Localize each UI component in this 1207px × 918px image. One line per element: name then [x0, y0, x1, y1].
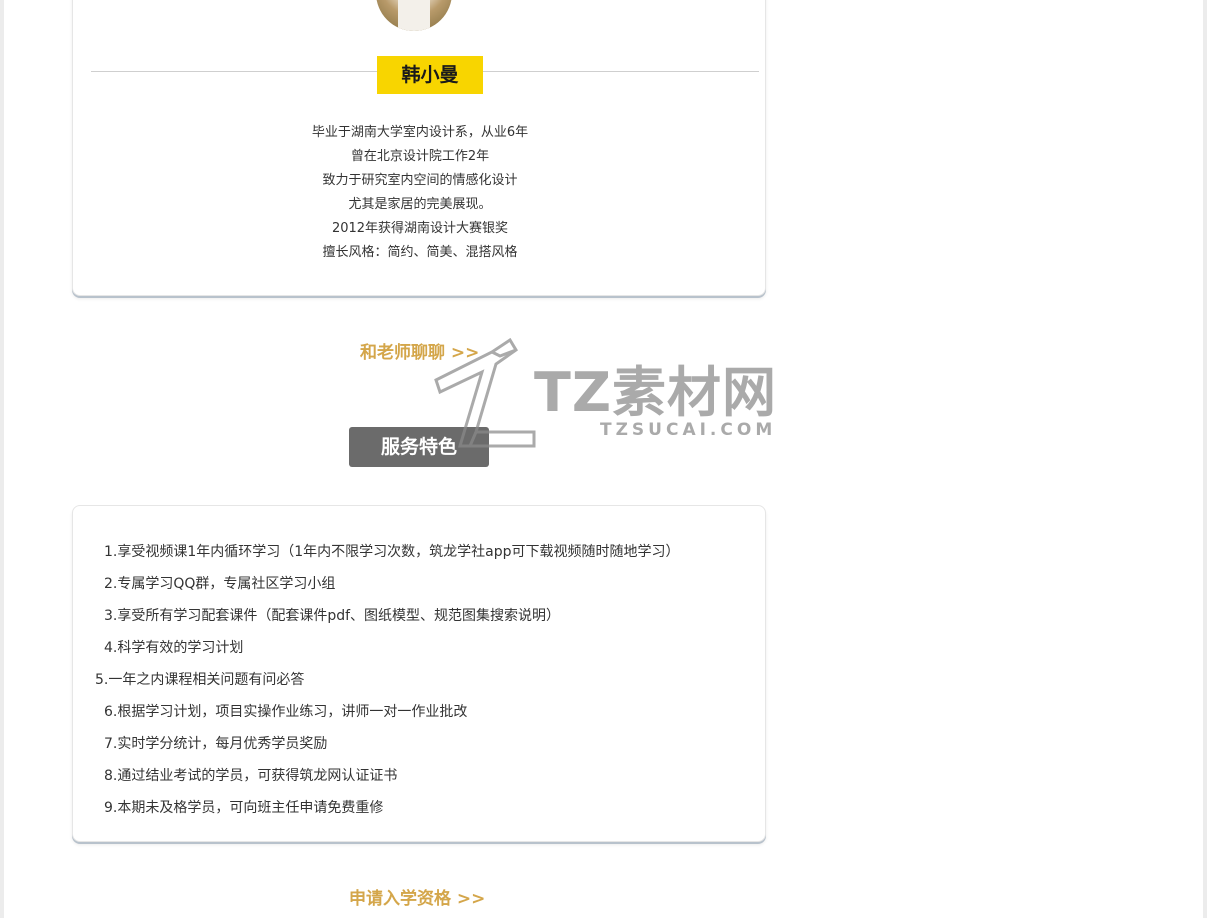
service-features-title: 服务特色	[349, 427, 489, 467]
service-features-card: 1.享受视频课1年内循环学习（1年内不限学习次数，筑龙学社app可下载视频随时随…	[72, 505, 766, 842]
bio-line: 擅长风格：简约、简美、混搭风格	[322, 245, 518, 260]
teacher-name: 韩小曼	[377, 56, 483, 94]
teacher-bio: 毕业于湖南大学室内设计系，从业6年 曾在北京设计院工作2年 致力于研究室内空间的…	[73, 121, 767, 265]
list-item: 6.根据学习计划，项目实操作业练习，讲师一对一作业批改	[104, 704, 468, 720]
apply-admission-link[interactable]: 申请入学资格 >>	[349, 884, 485, 909]
bio-line: 尤其是家居的完美展现。	[348, 197, 492, 212]
list-item: 5.一年之内课程相关问题有问必答	[95, 672, 305, 688]
list-item: 8.通过结业考试的学员，可获得筑龙网认证证书	[104, 768, 398, 784]
list-item: 4.科学有效的学习计划	[104, 640, 244, 656]
right-border	[1203, 0, 1207, 918]
list-item: 9.本期未及格学员，可向班主任申请免费重修	[104, 800, 384, 816]
bio-line: 2012年获得湖南设计大赛银奖	[331, 221, 509, 236]
left-border	[0, 0, 4, 918]
teacher-avatar	[376, 0, 452, 31]
bio-line: 曾在北京设计院工作2年	[350, 149, 490, 164]
list-item: 2.专属学习QQ群，专属社区学习小组	[104, 576, 336, 592]
chat-with-teacher-link[interactable]: 和老师聊聊 >>	[360, 338, 479, 363]
list-item: 3.享受所有学习配套课件（配套课件pdf、图纸模型、规范图集搜索说明）	[104, 608, 561, 624]
list-item: 1.享受视频课1年内循环学习（1年内不限学习次数，筑龙学社app可下载视频随时随…	[104, 544, 680, 560]
bio-line: 毕业于湖南大学室内设计系，从业6年	[311, 125, 529, 140]
watermark-brand: TZ素材网	[534, 361, 777, 424]
list-item: 7.实时学分统计，每月优秀学员奖励	[104, 736, 328, 752]
bio-line: 致力于研究室内空间的情感化设计	[322, 173, 518, 188]
watermark-domain: TZSUCAI.COM	[600, 420, 777, 440]
teacher-card: 韩小曼 毕业于湖南大学室内设计系，从业6年 曾在北京设计院工作2年 致力于研究室…	[72, 0, 766, 296]
